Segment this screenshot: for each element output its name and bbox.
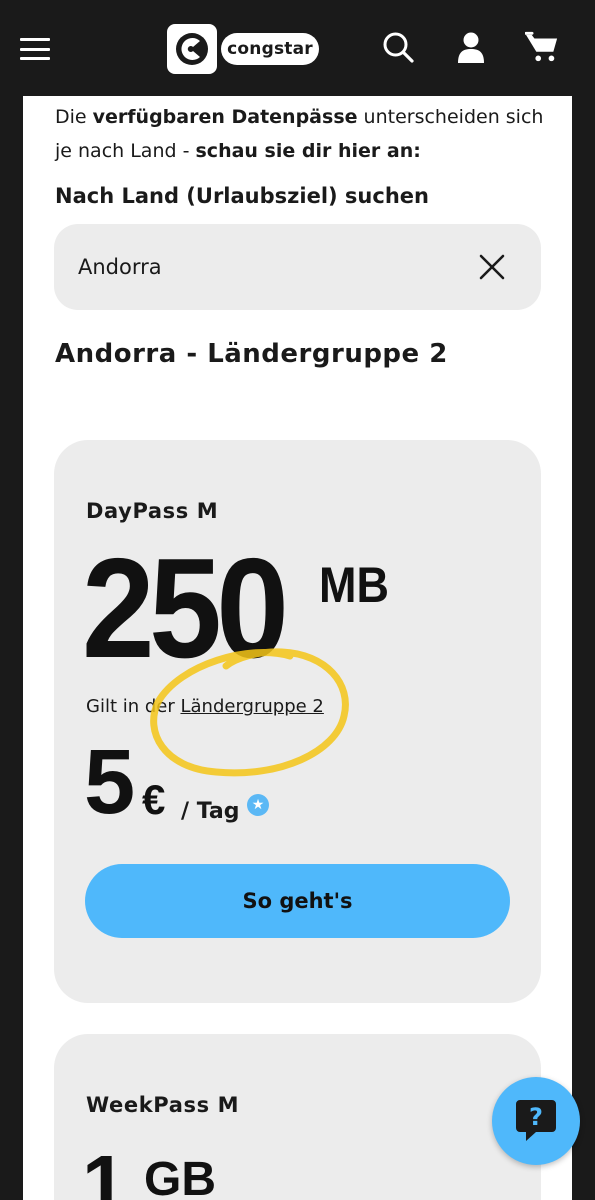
close-icon[interactable] <box>479 254 505 280</box>
brand-name: congstar <box>221 33 319 65</box>
price-period: / Tag <box>181 799 240 824</box>
question-chat-icon: ? <box>516 1100 556 1141</box>
how-it-works-button[interactable]: So geht's <box>85 864 510 938</box>
congstar-logo[interactable]: congstar <box>167 24 319 74</box>
help-chat-button[interactable]: ? <box>492 1077 580 1165</box>
star-info-icon[interactable]: ★ <box>247 794 269 816</box>
price-value: 5 <box>84 731 136 833</box>
daypass-card: DayPass M 250 MB Gilt in der Ländergrupp… <box>54 440 541 1003</box>
country-title: Andorra - Ländergruppe 2 <box>55 339 448 369</box>
data-unit: GB <box>144 1153 216 1200</box>
data-volume: 1 <box>82 1139 127 1200</box>
intro-text: Die verfügbaren Datenpässe unterscheiden… <box>55 106 544 162</box>
cart-icon[interactable] <box>525 30 559 64</box>
data-volume: 250 <box>82 529 289 688</box>
pass-title: DayPass M <box>86 499 219 523</box>
country-group-link[interactable]: Ländergruppe 2 <box>180 696 323 717</box>
search-icon[interactable] <box>381 30 415 64</box>
search-label: Nach Land (Urlaubsziel) suchen <box>55 184 429 208</box>
country-search-field[interactable]: Andorra <box>54 224 541 310</box>
price-currency: € <box>142 776 166 823</box>
weekpass-card: WeekPass M 1 GB <box>54 1034 541 1200</box>
data-unit: MB <box>319 557 389 613</box>
user-icon[interactable] <box>454 30 488 64</box>
pass-title: WeekPass M <box>86 1093 240 1117</box>
svg-text:?: ? <box>529 1103 543 1131</box>
menu-icon[interactable] <box>20 38 50 60</box>
main-content: Die verfügbaren Datenpässe unterscheiden… <box>23 96 572 1200</box>
search-input[interactable]: Andorra <box>78 224 162 310</box>
site-header: congstar <box>0 0 595 96</box>
validity-text: Gilt in der Ländergruppe 2 <box>86 696 324 717</box>
logo-mark-icon <box>167 24 217 74</box>
